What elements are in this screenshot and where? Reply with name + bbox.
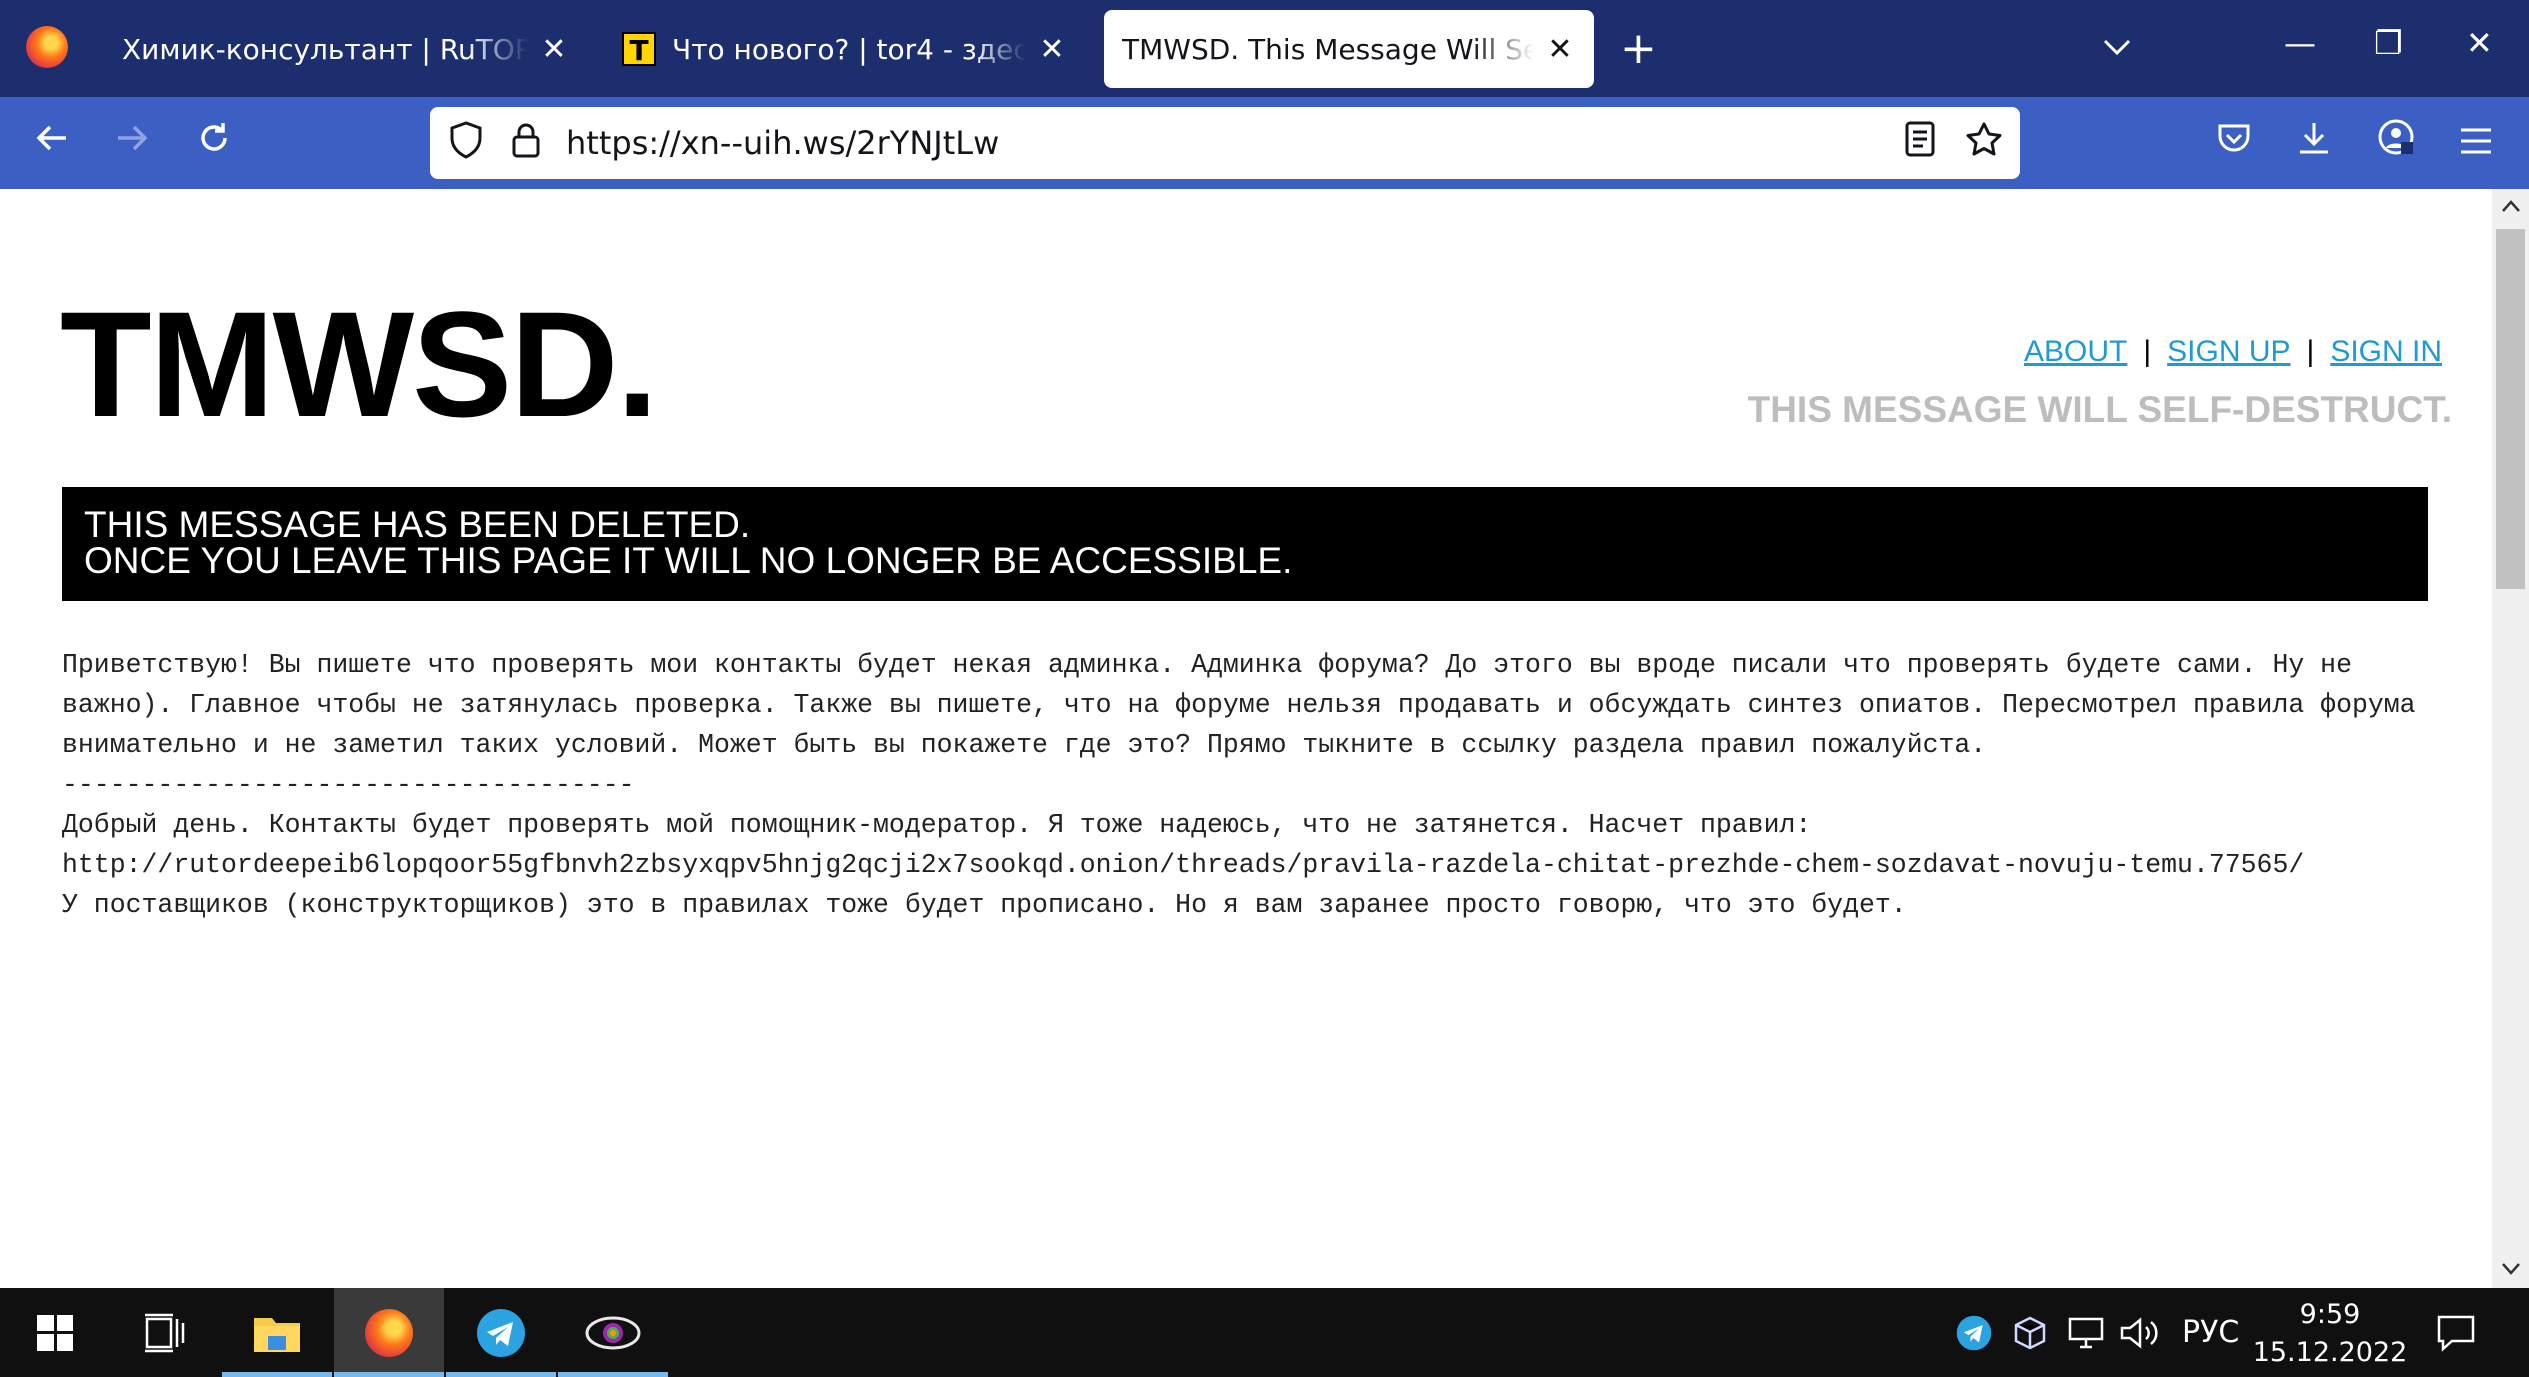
lock-icon[interactable] bbox=[504, 121, 548, 165]
bookmark-star-icon[interactable] bbox=[1962, 121, 2006, 165]
tab-rutor[interactable]: Химик-консультант | RuTOR – главная ✕ bbox=[96, 10, 588, 88]
firefox-icon bbox=[365, 1308, 413, 1357]
close-icon[interactable]: ✕ bbox=[1540, 32, 1580, 67]
sign-up-link[interactable]: SIGN UP bbox=[2167, 335, 2290, 368]
input-language[interactable]: РУС bbox=[2182, 1288, 2239, 1377]
url-text[interactable]: https://xn--uih.ws/2rYNJtLw bbox=[566, 107, 999, 179]
pocket-icon[interactable] bbox=[2206, 115, 2262, 171]
list-all-tabs-button[interactable] bbox=[2102, 30, 2132, 65]
scroll-up-icon[interactable] bbox=[2492, 189, 2529, 225]
tray-volume-icon[interactable] bbox=[2118, 1288, 2160, 1377]
back-button[interactable] bbox=[24, 115, 80, 171]
close-icon[interactable]: ✕ bbox=[534, 32, 574, 67]
site-nav: ABOUT | SIGN UP | SIGN IN bbox=[2024, 335, 2442, 369]
address-bar[interactable]: https://xn--uih.ws/2rYNJtLw bbox=[430, 107, 2020, 179]
banner-line-2: ONCE YOU LEAVE THIS PAGE IT WILL NO LONG… bbox=[84, 540, 1293, 581]
taskbar-eye-app[interactable] bbox=[558, 1288, 668, 1377]
task-view-button[interactable] bbox=[110, 1288, 220, 1377]
windows-taskbar: РУС 9:59 15.12.2022 bbox=[0, 1288, 2529, 1377]
page-content: TMWSD. ABOUT | SIGN UP | SIGN IN THIS MESSAG… bbox=[0, 189, 2492, 1288]
reader-view-icon[interactable] bbox=[1898, 121, 1942, 165]
sign-in-link[interactable]: SIGN IN bbox=[2330, 335, 2442, 368]
account-icon[interactable] bbox=[2368, 115, 2424, 171]
vertical-scrollbar[interactable] bbox=[2492, 189, 2529, 1288]
start-button[interactable] bbox=[0, 1288, 110, 1377]
clock-date: 15.12.2022 bbox=[2252, 1337, 2408, 1368]
new-tab-button[interactable]: + bbox=[1620, 24, 1657, 74]
taskbar-firefox[interactable] bbox=[334, 1288, 444, 1377]
tab-tor4[interactable]: T Что нового? | tor4 - здесь о куда ✕ bbox=[596, 10, 1086, 88]
taskbar-clock[interactable]: 9:59 15.12.2022 bbox=[2240, 1296, 2420, 1372]
site-logo[interactable]: TMWSD. bbox=[60, 289, 658, 439]
tab-label: Химик-консультант | RuTOR – главная bbox=[122, 32, 528, 66]
close-window-button[interactable]: ✕ bbox=[2466, 24, 2493, 62]
about-link[interactable]: ABOUT bbox=[2024, 335, 2127, 368]
close-icon[interactable]: ✕ bbox=[1032, 32, 1072, 67]
forward-button[interactable] bbox=[104, 115, 160, 171]
downloads-icon[interactable] bbox=[2286, 115, 2342, 171]
message-body: Приветствую! Вы пишете что проверять мои… bbox=[62, 650, 2416, 920]
taskbar-file-explorer[interactable] bbox=[222, 1288, 332, 1377]
tab-bar: Химик-консультант | RuTOR – главная ✕ T … bbox=[0, 0, 2529, 97]
nav-separator: | bbox=[2306, 335, 2315, 368]
tab-label: TMWSD. This Message Will Self-Destruct. bbox=[1122, 32, 1534, 66]
site-tagline: THIS MESSAGE WILL SELF-DESTRUCT. bbox=[1747, 389, 2452, 430]
nav-separator: | bbox=[2143, 335, 2152, 368]
tray-network-box-icon[interactable] bbox=[2012, 1288, 2048, 1377]
tray-telegram-icon[interactable] bbox=[1956, 1288, 1992, 1377]
restore-button[interactable]: ❐ bbox=[2374, 24, 2403, 62]
tor4-favicon-icon: T bbox=[622, 32, 656, 67]
scroll-down-icon[interactable] bbox=[2492, 1252, 2529, 1288]
url-host: https://xn--uih.ws bbox=[566, 124, 846, 162]
url-path: /2rYNJtLw bbox=[845, 124, 1000, 162]
tab-label: Что нового? | tor4 - здесь о куда bbox=[672, 32, 1026, 66]
scrollbar-thumb[interactable] bbox=[2496, 229, 2525, 589]
banner-line-1: THIS MESSAGE HAS BEEN DELETED. bbox=[84, 504, 751, 545]
taskbar-telegram[interactable] bbox=[446, 1288, 556, 1377]
navigation-toolbar: https://xn--uih.ws/2rYNJtLw bbox=[0, 97, 2529, 189]
eye-icon bbox=[585, 1316, 641, 1349]
tray-network-icon[interactable] bbox=[2066, 1288, 2106, 1377]
shield-icon[interactable] bbox=[444, 121, 488, 165]
notifications-icon[interactable] bbox=[2436, 1288, 2476, 1377]
clock-time: 9:59 bbox=[2299, 1299, 2361, 1330]
tab-tmwsd[interactable]: TMWSD. This Message Will Self-Destruct. … bbox=[1104, 10, 1594, 88]
deleted-banner: THIS MESSAGE HAS BEEN DELETED. ONCE YOU … bbox=[62, 487, 2428, 601]
reload-button[interactable] bbox=[186, 115, 242, 171]
windows-logo-icon bbox=[37, 1314, 73, 1351]
firefox-icon[interactable] bbox=[26, 26, 68, 68]
telegram-icon bbox=[477, 1308, 525, 1357]
menu-icon[interactable] bbox=[2448, 115, 2504, 171]
minimize-button[interactable]: — bbox=[2284, 24, 2316, 62]
